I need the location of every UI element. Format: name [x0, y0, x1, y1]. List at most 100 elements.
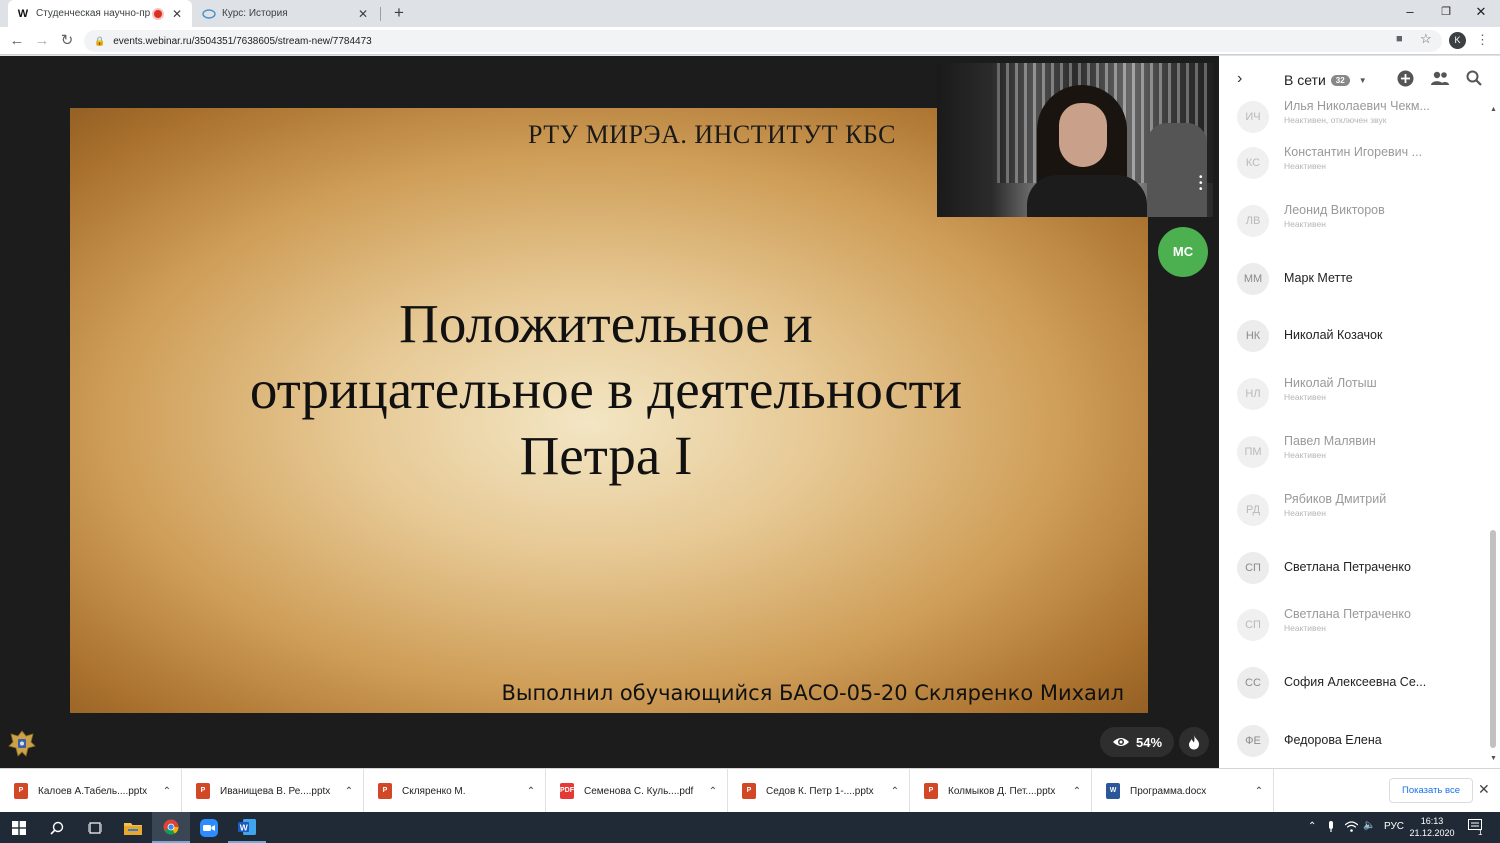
participant-name: Леонид Викторов [1284, 202, 1385, 217]
system-clock[interactable]: 16:13 21.12.2020 [1406, 815, 1458, 839]
browser-toolbar: ← → ↻ 🔒 events.webinar.ru/3504351/763860… [0, 27, 1500, 55]
participant-name: Николай Лотыш [1284, 376, 1377, 391]
reload-icon[interactable]: ↻ [57, 31, 77, 51]
participant-name: Федорова Елена [1284, 732, 1382, 747]
chevron-up-icon[interactable]: ⌃ [1245, 786, 1273, 797]
window-close-icon[interactable]: ✕ [1462, 0, 1500, 27]
participant-row[interactable]: КС Константин Игоревич ... Неактивен [1219, 134, 1487, 192]
participant-row[interactable]: ЛВ Леонид Викторов Неактивен [1219, 192, 1487, 250]
close-tab-icon[interactable]: ✕ [170, 7, 184, 21]
chrome-icon[interactable] [152, 812, 190, 843]
participant-avatar: СП [1237, 551, 1269, 584]
participant-avatar: ИЧ [1237, 101, 1269, 133]
menu-kebab-icon[interactable]: ⋮ [1476, 32, 1489, 48]
viewers-percent: 54% [1135, 734, 1163, 750]
chevron-up-icon[interactable]: ⌃ [881, 786, 909, 797]
powerpoint-file-icon: P [924, 783, 938, 799]
wifi-icon[interactable] [1344, 821, 1359, 835]
volume-icon[interactable]: 🔈 [1363, 820, 1375, 831]
participant-row[interactable]: РД Рябиков Дмитрий Неактивен [1219, 481, 1487, 539]
input-language[interactable]: РУС [1384, 821, 1404, 832]
participant-row[interactable]: ФЕ Федорова Елена [1219, 712, 1487, 770]
chevron-up-icon[interactable]: ⌃ [1063, 786, 1091, 797]
speaker-video[interactable]: • • • [937, 63, 1213, 217]
video-person-face [1059, 103, 1107, 167]
show-all-downloads-button[interactable]: Показать все [1389, 778, 1473, 803]
scroll-up-icon[interactable]: ▲ [1490, 106, 1497, 113]
zoom-icon[interactable] [190, 812, 228, 843]
participant-row[interactable]: НЛ Николай Лотыш Неактивен [1219, 365, 1487, 423]
reaction-button[interactable] [1179, 727, 1209, 757]
scroll-down-icon[interactable]: ▼ [1490, 755, 1497, 762]
participant-row[interactable]: НК Николай Козачок [1219, 307, 1487, 365]
close-tab-icon[interactable]: ✕ [356, 7, 370, 21]
download-item[interactable]: P Иванищева В. Ре....pptx ⌃ [182, 769, 364, 813]
close-downloads-icon[interactable]: ✕ [1478, 781, 1490, 798]
chevron-up-icon[interactable]: ⌃ [699, 786, 727, 797]
tray-chevron-icon[interactable]: ⌃ [1308, 821, 1316, 832]
start-windows-icon[interactable] [0, 812, 38, 843]
address-bar[interactable]: 🔒 events.webinar.ru/3504351/7638605/stre… [84, 30, 1442, 52]
restore-icon[interactable]: ❐ [1427, 0, 1465, 27]
online-filter-dropdown[interactable]: В сети 32 ▼ [1284, 72, 1367, 88]
download-filename: Программа.docx [1130, 785, 1207, 797]
online-count-badge: 32 [1330, 74, 1350, 86]
new-tab-icon[interactable]: + [389, 3, 409, 23]
video-person-body [1027, 175, 1147, 217]
participant-status: Неактивен [1284, 449, 1326, 460]
participant-row[interactable]: ММ Марк Метте [1219, 250, 1487, 308]
task-view-icon[interactable] [76, 812, 114, 843]
download-item[interactable]: P Калоев А.Табель....pptx ⌃ [0, 769, 182, 813]
participant-name: Светлана Петраченко [1284, 607, 1411, 622]
participant-row[interactable]: ИЧ Илья Николаевич Чекм... Неактивен, от… [1219, 88, 1487, 134]
camera-permission-icon[interactable]: ■ [1396, 33, 1403, 45]
participant-avatar: ПМ [1237, 435, 1269, 468]
download-item[interactable]: PDF Семенова С. Куль....pdf ⌃ [546, 769, 728, 813]
video-options-icon[interactable]: • • • [1199, 173, 1203, 195]
file-explorer-icon[interactable] [114, 812, 152, 843]
download-item[interactable]: W Программа.docx ⌃ [1092, 769, 1274, 813]
chevron-up-icon[interactable]: ⌃ [517, 786, 545, 797]
chevron-up-icon[interactable]: ⌃ [335, 786, 363, 797]
viewers-indicator[interactable]: 54% [1100, 727, 1174, 757]
powerpoint-file-icon: P [742, 783, 756, 799]
microphone-icon[interactable] [1327, 821, 1335, 836]
minimize-icon[interactable]: – [1391, 0, 1429, 27]
word-app-icon[interactable]: W [228, 812, 266, 843]
slide-title-line: отрицательное в деятельности [249, 359, 963, 420]
collapse-panel-icon[interactable]: › [1237, 70, 1242, 88]
participant-avatar: ФЕ [1237, 724, 1269, 757]
speaker-avatar[interactable]: МС [1158, 227, 1208, 277]
search-icon[interactable] [38, 812, 76, 843]
slide-title: Положительное и отрицательное в деятельн… [70, 291, 1142, 489]
chevron-up-icon[interactable]: ⌃ [153, 786, 181, 797]
bookmark-star-icon[interactable]: ☆ [1420, 31, 1432, 47]
participant-row[interactable]: ПМ Павел Малявин Неактивен [1219, 423, 1487, 481]
download-item[interactable]: P Колмыков Д. Пет....pptx ⌃ [910, 769, 1092, 813]
tab-conference[interactable]: W Студенческая научно-практ ✕ [8, 0, 192, 27]
participant-row[interactable]: СП Светлана Петраченко Неактивен [1219, 596, 1487, 654]
video-chair [1147, 123, 1207, 217]
participant-list-scrollbar[interactable] [1490, 530, 1496, 748]
participant-name: Светлана Петраченко [1284, 559, 1411, 574]
profile-avatar[interactable]: K [1449, 32, 1466, 49]
tab-separator [380, 7, 381, 21]
clock-date: 21.12.2020 [1409, 828, 1455, 838]
download-item[interactable]: P Седов К. Петр 1-....pptx ⌃ [728, 769, 910, 813]
participant-row[interactable]: СС София Алексеевна Се... [1219, 654, 1487, 712]
word-file-icon: W [1106, 783, 1120, 799]
slide-author: Выполнил обучающийся БАСО-05-20 Скляренк… [501, 681, 1124, 705]
back-icon[interactable]: ← [7, 31, 27, 51]
webinar-stage: РТУ МИРЭА. ИНСТИТУТ КБС Положительное и … [0, 56, 1219, 768]
fire-icon [1189, 735, 1199, 750]
download-item[interactable]: P Скляренко М. ⌃ [364, 769, 546, 813]
forward-icon[interactable]: → [32, 31, 52, 51]
participant-row[interactable]: СП Светлана Петраченко [1219, 539, 1487, 597]
pdf-file-icon: PDF [560, 783, 574, 799]
eye-icon [1112, 738, 1129, 746]
participant-name: Рябиков Дмитрий [1284, 491, 1387, 506]
participant-name: София Алексеевна Се... [1284, 675, 1427, 690]
participant-avatar: НК [1237, 320, 1269, 353]
tab-course-history[interactable]: Курс: История ✕ [194, 0, 378, 27]
notification-count: 1 [1478, 828, 1483, 837]
